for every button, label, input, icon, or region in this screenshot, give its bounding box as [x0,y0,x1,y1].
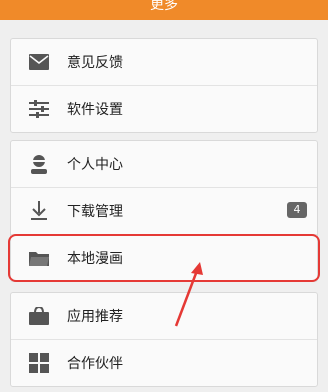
menu-item-partners[interactable]: 合作伙伴 [11,340,317,386]
menu-item-label: 下载管理 [67,204,123,220]
person-icon [29,154,49,174]
menu-item-label: 意见反馈 [67,55,123,71]
download-icon [29,201,49,221]
menu-group-user: 个人中心 下载管理 4 本地漫画 [10,140,318,282]
sliders-icon [29,99,49,119]
menu-item-feedback[interactable]: 意见反馈 [11,39,317,86]
menu-item-label: 软件设置 [67,102,123,118]
download-count-badge: 4 [287,202,307,218]
folder-icon [29,248,49,268]
menu-item-label: 本地漫画 [67,251,123,267]
menu-item-label: 应用推荐 [67,309,123,325]
menu-item-profile[interactable]: 个人中心 [11,141,317,188]
menu-item-label: 个人中心 [67,157,123,173]
menu-item-downloads[interactable]: 下载管理 4 [11,188,317,235]
menu-group-feedback-settings: 意见反馈 软件设置 [10,38,318,133]
menu-item-recommended-apps[interactable]: 应用推荐 [11,293,317,340]
menu-group-apps: 应用推荐 合作伙伴 [10,292,318,387]
bag-icon [29,306,49,326]
mail-icon [29,52,49,72]
menu-item-settings[interactable]: 软件设置 [11,86,317,132]
top-header: 更多 [0,0,328,20]
menu-item-local-comics[interactable]: 本地漫画 [11,235,317,281]
grid-icon [29,353,49,373]
menu-item-label: 合作伙伴 [67,356,123,372]
header-title: 更多 [150,0,178,13]
